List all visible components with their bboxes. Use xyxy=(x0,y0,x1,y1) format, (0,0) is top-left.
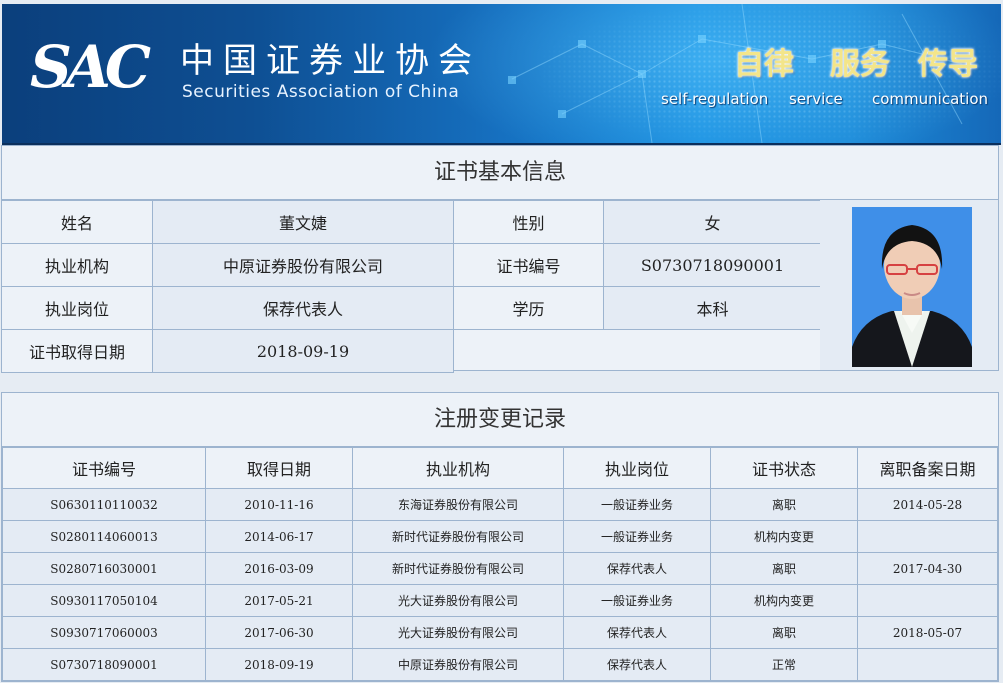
records-title: 注册变更记录 xyxy=(2,393,998,447)
cell-status: 离职 xyxy=(710,488,858,521)
cert-no-label: 证书编号 xyxy=(453,243,604,287)
cell-cert-no: S0930717060003 xyxy=(2,616,206,649)
position-value: 保荐代表人 xyxy=(152,286,454,330)
basic-info-title: 证书基本信息 xyxy=(2,146,998,200)
basic-info-table: 姓名 董文婕 性别 女 执业机构 中原证券股份有限公司 证书编号 S073071… xyxy=(1,200,822,373)
cell-leave-date: 2018-05-07 xyxy=(857,616,998,649)
slogan-self-regulation-en: self-regulation xyxy=(661,90,769,108)
cell-date: 2014-06-17 xyxy=(205,520,353,553)
cell-position: 保荐代表人 xyxy=(563,648,711,681)
cell-date: 2016-03-09 xyxy=(205,552,353,585)
cell-status: 机构内变更 xyxy=(710,584,858,617)
profile-photo xyxy=(852,207,972,367)
cell-cert-no: S0730718090001 xyxy=(2,648,206,681)
basic-info-panel: 证书基本信息 姓名 董文婕 性别 女 执业机构 中原证券股份有限公司 证书编号 … xyxy=(1,145,999,373)
cell-org: 中原证券股份有限公司 xyxy=(352,648,564,681)
cell-leave-date xyxy=(857,520,998,553)
cell-status: 离职 xyxy=(710,552,858,585)
cell-cert-no: S0280716030001 xyxy=(2,552,206,585)
cert-no-value: S0730718090001 xyxy=(603,243,822,287)
cell-org: 新时代证券股份有限公司 xyxy=(352,520,564,553)
col-position: 执业岗位 xyxy=(563,447,711,489)
cell-leave-date xyxy=(857,648,998,681)
name-value: 董文婕 xyxy=(152,200,454,244)
table-row: S0280114060013 2014-06-17 新时代证券股份有限公司 一般… xyxy=(2,520,998,553)
cell-cert-no: S0630110110032 xyxy=(2,488,206,521)
name-label: 姓名 xyxy=(1,200,153,244)
table-row: S0930117050104 2017-05-21 光大证券股份有限公司 一般证… xyxy=(2,584,998,617)
cell-org: 光大证券股份有限公司 xyxy=(352,616,564,649)
cell-position: 一般证券业务 xyxy=(563,488,711,521)
cell-leave-date: 2014-05-28 xyxy=(857,488,998,521)
cert-date-value: 2018-09-19 xyxy=(152,329,454,373)
table-row: S0280716030001 2016-03-09 新时代证券股份有限公司 保荐… xyxy=(2,552,998,585)
cell-cert-no: S0930117050104 xyxy=(2,584,206,617)
cell-org: 东海证券股份有限公司 xyxy=(352,488,564,521)
slogan-communication-en: communication xyxy=(872,90,989,108)
slogan-service-en: service xyxy=(789,90,843,108)
cell-org: 新时代证券股份有限公司 xyxy=(352,552,564,585)
education-label: 学历 xyxy=(453,286,604,330)
table-row: S0630110110032 2010-11-16 东海证券股份有限公司 一般证… xyxy=(2,488,998,521)
cell-date: 2017-06-30 xyxy=(205,616,353,649)
cell-position: 保荐代表人 xyxy=(563,616,711,649)
cell-status: 正常 xyxy=(710,648,858,681)
col-cert-no: 证书编号 xyxy=(2,447,206,489)
records-table: 证书编号 取得日期 执业机构 执业岗位 证书状态 离职备案日期 S0630110… xyxy=(2,447,998,681)
portrait-image xyxy=(852,207,972,367)
slogan-self-regulation-cn: 自律 xyxy=(734,47,794,82)
org-name-en: Securities Association of China xyxy=(182,82,460,102)
slogan-communication-cn: 传导 xyxy=(918,47,978,82)
cert-date-label: 证书取得日期 xyxy=(1,329,153,373)
cell-status: 机构内变更 xyxy=(710,520,858,553)
col-status: 证书状态 xyxy=(710,447,858,489)
org-label: 执业机构 xyxy=(1,243,153,287)
table-row: S0930717060003 2017-06-30 光大证券股份有限公司 保荐代… xyxy=(2,616,998,649)
col-date: 取得日期 xyxy=(205,447,353,489)
records-header-row: 证书编号 取得日期 执业机构 执业岗位 证书状态 离职备案日期 xyxy=(2,447,998,489)
slogan-service-cn: 服务 xyxy=(830,47,890,82)
cell-status: 离职 xyxy=(710,616,858,649)
org-value: 中原证券股份有限公司 xyxy=(152,243,454,287)
cell-position: 保荐代表人 xyxy=(563,552,711,585)
cell-leave-date: 2017-04-30 xyxy=(857,552,998,585)
col-leave-date: 离职备案日期 xyxy=(857,447,998,489)
education-value: 本科 xyxy=(603,286,822,330)
cell-date: 2018-09-19 xyxy=(205,648,353,681)
cell-date: 2017-05-21 xyxy=(205,584,353,617)
cell-position: 一般证券业务 xyxy=(563,584,711,617)
table-row: S0730718090001 2018-09-19 中原证券股份有限公司 保荐代… xyxy=(2,648,998,681)
cell-position: 一般证券业务 xyxy=(563,520,711,553)
col-org: 执业机构 xyxy=(352,447,564,489)
gender-label: 性别 xyxy=(453,200,604,244)
records-panel: 注册变更记录 证书编号 取得日期 执业机构 执业岗位 证书状态 离职备案日期 S… xyxy=(1,392,999,682)
org-name-cn: 中国证券业协会 xyxy=(180,41,481,81)
header-banner: SAC 中国证券业协会 Securities Association of Ch… xyxy=(2,4,1001,145)
cell-org: 光大证券股份有限公司 xyxy=(352,584,564,617)
gender-value: 女 xyxy=(603,200,822,244)
cell-leave-date xyxy=(857,584,998,617)
cell-date: 2010-11-16 xyxy=(205,488,353,521)
position-label: 执业岗位 xyxy=(1,286,153,330)
sac-logo: SAC xyxy=(30,33,151,101)
cell-cert-no: S0280114060013 xyxy=(2,520,206,553)
